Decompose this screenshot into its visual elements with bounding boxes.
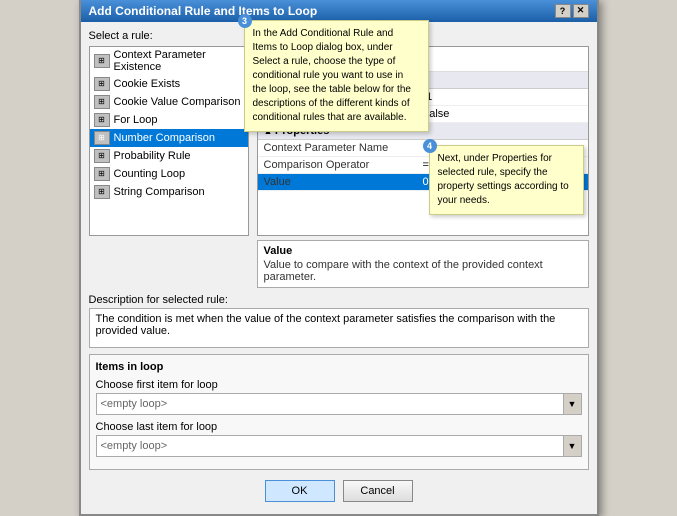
items-loop-box: Items in loop Choose first item for loop… [89, 354, 589, 470]
description-text: The condition is met when the value of t… [89, 308, 589, 348]
callout-1-text: In the Add Conditional Rule and Items to… [253, 28, 411, 123]
dialog-body: Select a rule: ⊞ Context Parameter Exist… [81, 22, 597, 514]
left-panel: Select a rule: ⊞ Context Parameter Exist… [89, 30, 249, 288]
desc-value-title: Value [264, 245, 582, 257]
rule-icon-number-comparison: ⊞ [94, 131, 110, 145]
prop-name-value: Value [264, 176, 423, 188]
desc-value-section: Value Value to compare with the context … [257, 240, 589, 288]
rule-label-string-comparison: String Comparison [114, 186, 205, 198]
rule-item-probability-rule[interactable]: ⊞ Probability Rule [90, 147, 248, 165]
callout-1: 3 In the Add Conditional Rule and Items … [244, 20, 429, 132]
items-loop-title: Items in loop [96, 361, 582, 373]
desc-value-text: Value to compare with the context of the… [264, 259, 582, 283]
prop-name-comparison-op: Comparison Operator [264, 159, 423, 171]
rule-icon-counting-loop: ⊞ [94, 167, 110, 181]
bottom-buttons: OK Cancel [89, 476, 589, 506]
last-item-arrow-icon[interactable]: ▼ [563, 436, 581, 456]
rule-item-string-comparison[interactable]: ⊞ String Comparison [90, 183, 248, 201]
rule-list[interactable]: ⊞ Context Parameter Existence ⊞ Cookie E… [89, 46, 249, 236]
rule-item-for-loop[interactable]: ⊞ For Loop [90, 111, 248, 129]
callout-2-text: Next, under Properties for selected rule… [438, 153, 569, 206]
callout-2: 4 Next, under Properties for selected ru… [429, 145, 584, 215]
help-button[interactable]: ? [555, 4, 571, 18]
last-item-value: <empty loop> [97, 438, 563, 454]
first-item-value: <empty loop> [97, 396, 563, 412]
rule-icon-cookie-value: ⊞ [94, 95, 110, 109]
last-item-dropdown[interactable]: <empty loop> ▼ [96, 435, 582, 457]
title-bar-buttons: ? ✕ [555, 4, 589, 18]
rule-item-context-param-existence[interactable]: ⊞ Context Parameter Existence [90, 47, 248, 75]
prop-value-advance-data-cursors: False [423, 108, 582, 120]
rule-label-counting-loop: Counting Loop [114, 168, 186, 180]
last-item-label: Choose last item for loop [96, 421, 582, 433]
title-bar: Add Conditional Rule and Items to Loop ?… [81, 0, 597, 22]
rule-item-counting-loop[interactable]: ⊞ Counting Loop [90, 165, 248, 183]
rule-label-probability: Probability Rule [114, 150, 191, 162]
ok-button[interactable]: OK [265, 480, 335, 502]
first-item-dropdown[interactable]: <empty loop> ▼ [96, 393, 582, 415]
close-button[interactable]: ✕ [573, 4, 589, 18]
rule-icon-for-loop: ⊞ [94, 113, 110, 127]
callout-1-number: 3 [238, 14, 252, 28]
rule-item-number-comparison[interactable]: ⊞ Number Comparison [90, 129, 248, 147]
description-section: Description for selected rule: The condi… [89, 294, 589, 348]
top-section: Select a rule: ⊞ Context Parameter Exist… [89, 30, 589, 288]
rule-label-cookie-exists: Cookie Exists [114, 78, 181, 90]
prop-value-max-iterations: -1 [423, 91, 582, 103]
cancel-button[interactable]: Cancel [343, 480, 413, 502]
first-item-arrow-icon[interactable]: ▼ [563, 394, 581, 414]
rule-label-number-comparison: Number Comparison [114, 132, 215, 144]
main-dialog: Add Conditional Rule and Items to Loop ?… [79, 0, 599, 516]
rule-icon-context-param: ⊞ [94, 54, 110, 68]
rule-label-context-param: Context Parameter Existence [114, 49, 244, 73]
rule-label-for-loop: For Loop [114, 114, 158, 126]
select-rule-label: Select a rule: [89, 30, 249, 42]
callout-2-number: 4 [423, 139, 437, 153]
dialog-title: Add Conditional Rule and Items to Loop [89, 4, 318, 18]
rule-item-cookie-value-comparison[interactable]: ⊞ Cookie Value Comparison [90, 93, 248, 111]
rule-label-cookie-value: Cookie Value Comparison [114, 96, 241, 108]
prop-name-context-param: Context Parameter Name [264, 142, 423, 154]
first-item-label: Choose first item for loop [96, 379, 582, 391]
description-label: Description for selected rule: [89, 294, 589, 306]
rule-icon-cookie-exists: ⊞ [94, 77, 110, 91]
rule-item-cookie-exists[interactable]: ⊞ Cookie Exists [90, 75, 248, 93]
rule-icon-probability: ⊞ [94, 149, 110, 163]
rule-icon-string-comparison: ⊞ [94, 185, 110, 199]
